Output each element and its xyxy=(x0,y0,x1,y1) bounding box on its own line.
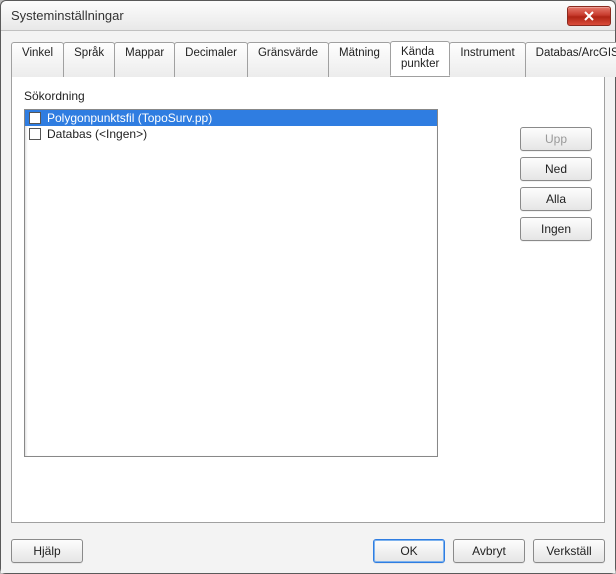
checkbox-icon[interactable] xyxy=(29,128,41,140)
close-button[interactable] xyxy=(567,6,611,26)
tab-databas-arcgis[interactable]: Databas/ArcGIS xyxy=(525,42,616,77)
up-button[interactable]: Upp xyxy=(520,127,592,151)
down-button[interactable]: Ned xyxy=(520,157,592,181)
apply-button[interactable]: Verkställ xyxy=(533,539,605,563)
list-item[interactable]: Polygonpunktsfil (TopoSurv.pp) xyxy=(25,110,437,126)
tab-vinkel[interactable]: Vinkel xyxy=(11,42,64,77)
all-button[interactable]: Alla xyxy=(520,187,592,211)
close-icon xyxy=(584,11,594,21)
bottom-button-bar: Hjälp OK Avbryt Verkställ xyxy=(1,531,615,573)
checkbox-icon[interactable] xyxy=(29,112,41,124)
side-button-group: Upp Ned Alla Ingen xyxy=(500,109,592,457)
tab-spr-k[interactable]: Språk xyxy=(63,42,115,77)
tab-gr-nsv-rde[interactable]: Gränsvärde xyxy=(247,42,329,77)
list-item-label: Databas (<Ingen>) xyxy=(47,127,147,141)
tab-k-nda-punkter[interactable]: Kända punkter xyxy=(390,41,450,76)
titlebar: Systeminställningar xyxy=(1,1,615,31)
dialog-window: Systeminställningar VinkelSpråkMapparDec… xyxy=(0,0,616,574)
tab-decimaler[interactable]: Decimaler xyxy=(174,42,248,77)
window-title: Systeminställningar xyxy=(11,8,124,23)
content-area: VinkelSpråkMapparDecimalerGränsvärdeMätn… xyxy=(1,31,615,531)
section-label-sokordning: Sökordning xyxy=(24,89,592,103)
ok-button[interactable]: OK xyxy=(373,539,445,563)
list-item-label: Polygonpunktsfil (TopoSurv.pp) xyxy=(47,111,212,125)
tab-mappar[interactable]: Mappar xyxy=(114,42,175,77)
list-item[interactable]: Databas (<Ingen>) xyxy=(25,126,437,142)
tab-panel-kanda-punkter: Sökordning Polygonpunktsfil (TopoSurv.pp… xyxy=(11,76,605,523)
none-button[interactable]: Ingen xyxy=(520,217,592,241)
cancel-button[interactable]: Avbryt xyxy=(453,539,525,563)
tab-instrument[interactable]: Instrument xyxy=(449,42,525,77)
sokordning-listbox[interactable]: Polygonpunktsfil (TopoSurv.pp) Databas (<… xyxy=(24,109,438,457)
help-button[interactable]: Hjälp xyxy=(11,539,83,563)
tabstrip: VinkelSpråkMapparDecimalerGränsvärdeMätn… xyxy=(11,41,605,76)
tab-m-tning[interactable]: Mätning xyxy=(328,42,391,77)
